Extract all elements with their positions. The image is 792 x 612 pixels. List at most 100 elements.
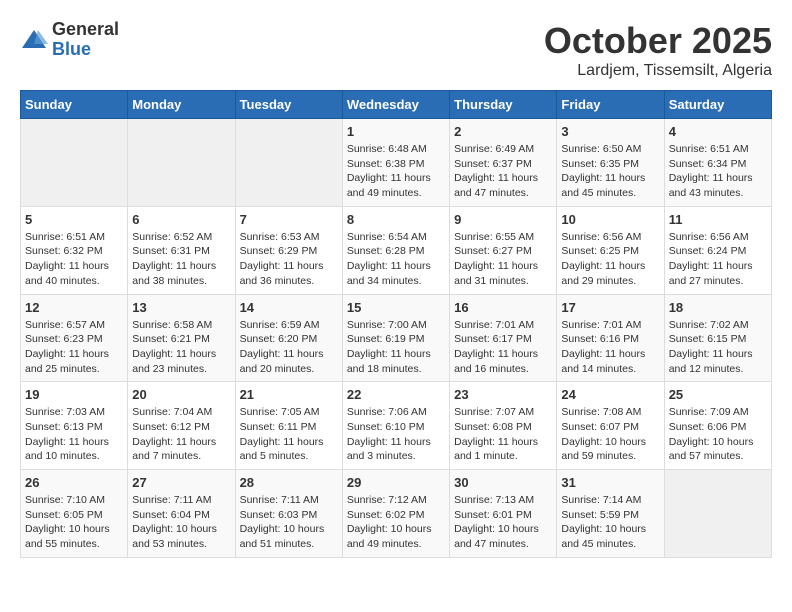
day-info: Sunrise: 7:10 AMSunset: 6:05 PMDaylight:… [25, 493, 123, 552]
location: Lardjem, Tissemsilt, Algeria [544, 62, 772, 80]
day-cell: 7 Sunrise: 6:53 AMSunset: 6:29 PMDaylight… [235, 206, 342, 294]
day-number: 20 [132, 387, 230, 402]
day-info: Sunrise: 7:01 AMSunset: 6:17 PMDaylight:… [454, 318, 552, 377]
header-tuesday: Tuesday [235, 91, 342, 119]
day-cell [664, 470, 771, 558]
calendar-table: SundayMondayTuesdayWednesdayThursdayFrid… [20, 90, 772, 558]
day-cell: 27Sunrise: 7:11 AMSunset: 6:04 PMDayligh… [128, 470, 235, 558]
header-monday: Monday [128, 91, 235, 119]
day-number: 16 [454, 300, 552, 315]
day-cell: 17 Sunrise: 7:01 AMSunset: 6:16 PMDayligh… [557, 294, 664, 382]
day-info: Sunrise: 7:08 AMSunset: 6:07 PMDaylight:… [561, 405, 659, 464]
day-cell: 9Sunrise: 6:55 AMSunset: 6:27 PMDaylight… [450, 206, 557, 294]
day-number: 27 [132, 475, 230, 490]
day-info: Sunrise: 7:05 AMSunset: 6:11 PMDaylight:… [240, 405, 338, 464]
day-cell: 8 Sunrise: 6:54 AMSunset: 6:28 PMDaylight… [342, 206, 449, 294]
day-info: Sunrise: 6:51 AMSunset: 6:32 PMDaylight:… [25, 230, 123, 289]
day-cell: 28 Sunrise: 7:11 AMSunset: 6:03 PMDayligh… [235, 470, 342, 558]
day-info: Sunrise: 7:13 AMSunset: 6:01 PMDaylight:… [454, 493, 552, 552]
day-cell: 2Sunrise: 6:49 AMSunset: 6:37 PMDaylight… [450, 119, 557, 207]
day-info: Sunrise: 7:11 AMSunset: 6:03 PMDaylight:… [240, 493, 338, 552]
day-number: 1 [347, 124, 445, 139]
logo: General Blue [20, 20, 119, 60]
day-number: 18 [669, 300, 767, 315]
header-thursday: Thursday [450, 91, 557, 119]
day-info: Sunrise: 7:14 AMSunset: 5:59 PMDaylight:… [561, 493, 659, 552]
day-number: 29 [347, 475, 445, 490]
day-cell: 15 Sunrise: 7:00 AMSunset: 6:19 PMDayligh… [342, 294, 449, 382]
month-title: October 2025 [544, 20, 772, 62]
day-info: Sunrise: 6:49 AMSunset: 6:37 PMDaylight:… [454, 142, 552, 201]
day-cell [235, 119, 342, 207]
day-cell: 31 Sunrise: 7:14 AMSunset: 5:59 PMDayligh… [557, 470, 664, 558]
day-info: Sunrise: 7:00 AMSunset: 6:19 PMDaylight:… [347, 318, 445, 377]
day-info: Sunrise: 6:56 AMSunset: 6:24 PMDaylight:… [669, 230, 767, 289]
day-number: 17 [561, 300, 659, 315]
logo-text: General Blue [52, 20, 119, 60]
day-number: 21 [240, 387, 338, 402]
calendar-header: SundayMondayTuesdayWednesdayThursdayFrid… [21, 91, 772, 119]
day-number: 24 [561, 387, 659, 402]
day-cell: 19 Sunrise: 7:03 AMSunset: 6:13 PMDayligh… [21, 382, 128, 470]
day-number: 22 [347, 387, 445, 402]
day-info: Sunrise: 7:09 AMSunset: 6:06 PMDaylight:… [669, 405, 767, 464]
logo-general: General [52, 20, 119, 40]
day-info: Sunrise: 6:52 AMSunset: 6:31 PMDaylight:… [132, 230, 230, 289]
day-info: Sunrise: 7:03 AMSunset: 6:13 PMDaylight:… [25, 405, 123, 464]
day-number: 30 [454, 475, 552, 490]
day-cell: 14 Sunrise: 6:59 AMSunset: 6:20 PMDayligh… [235, 294, 342, 382]
day-info: Sunrise: 6:50 AMSunset: 6:35 PMDaylight:… [561, 142, 659, 201]
day-cell: 26 Sunrise: 7:10 AMSunset: 6:05 PMDayligh… [21, 470, 128, 558]
day-number: 23 [454, 387, 552, 402]
day-number: 19 [25, 387, 123, 402]
day-info: Sunrise: 6:48 AMSunset: 6:38 PMDaylight:… [347, 142, 445, 201]
day-number: 26 [25, 475, 123, 490]
day-cell: 6 Sunrise: 6:52 AMSunset: 6:31 PMDaylight… [128, 206, 235, 294]
day-cell: 30 Sunrise: 7:13 AMSunset: 6:01 PMDayligh… [450, 470, 557, 558]
day-cell: 20Sunrise: 7:04 AMSunset: 6:12 PMDayligh… [128, 382, 235, 470]
week-row-3: 12 Sunrise: 6:57 AMSunset: 6:23 PMDayligh… [21, 294, 772, 382]
day-number: 6 [132, 212, 230, 227]
day-cell [21, 119, 128, 207]
week-row-1: 1 Sunrise: 6:48 AMSunset: 6:38 PMDaylight… [21, 119, 772, 207]
day-info: Sunrise: 6:58 AMSunset: 6:21 PMDaylight:… [132, 318, 230, 377]
day-number: 12 [25, 300, 123, 315]
day-cell: 12 Sunrise: 6:57 AMSunset: 6:23 PMDayligh… [21, 294, 128, 382]
day-number: 15 [347, 300, 445, 315]
day-info: Sunrise: 7:01 AMSunset: 6:16 PMDaylight:… [561, 318, 659, 377]
day-number: 8 [347, 212, 445, 227]
day-info: Sunrise: 7:06 AMSunset: 6:10 PMDaylight:… [347, 405, 445, 464]
day-cell: 23 Sunrise: 7:07 AMSunset: 6:08 PMDayligh… [450, 382, 557, 470]
day-info: Sunrise: 6:51 AMSunset: 6:34 PMDaylight:… [669, 142, 767, 201]
header-saturday: Saturday [664, 91, 771, 119]
day-number: 28 [240, 475, 338, 490]
day-info: Sunrise: 6:53 AMSunset: 6:29 PMDaylight:… [240, 230, 338, 289]
day-info: Sunrise: 7:12 AMSunset: 6:02 PMDaylight:… [347, 493, 445, 552]
day-number: 14 [240, 300, 338, 315]
day-info: Sunrise: 6:54 AMSunset: 6:28 PMDaylight:… [347, 230, 445, 289]
day-cell [128, 119, 235, 207]
title-area: October 2025 Lardjem, Tissemsilt, Algeri… [544, 20, 772, 80]
day-cell: 21 Sunrise: 7:05 AMSunset: 6:11 PMDayligh… [235, 382, 342, 470]
day-cell: 10Sunrise: 6:56 AMSunset: 6:25 PMDayligh… [557, 206, 664, 294]
header-row: SundayMondayTuesdayWednesdayThursdayFrid… [21, 91, 772, 119]
day-cell: 13Sunrise: 6:58 AMSunset: 6:21 PMDayligh… [128, 294, 235, 382]
day-number: 7 [240, 212, 338, 227]
day-info: Sunrise: 6:57 AMSunset: 6:23 PMDaylight:… [25, 318, 123, 377]
page-header: General Blue October 2025 Lardjem, Tisse… [20, 20, 772, 80]
day-number: 3 [561, 124, 659, 139]
logo-icon [20, 26, 48, 54]
day-info: Sunrise: 6:59 AMSunset: 6:20 PMDaylight:… [240, 318, 338, 377]
day-number: 31 [561, 475, 659, 490]
day-number: 11 [669, 212, 767, 227]
calendar-body: 1 Sunrise: 6:48 AMSunset: 6:38 PMDaylight… [21, 119, 772, 558]
day-cell: 5 Sunrise: 6:51 AMSunset: 6:32 PMDaylight… [21, 206, 128, 294]
day-cell: 25Sunrise: 7:09 AMSunset: 6:06 PMDayligh… [664, 382, 771, 470]
day-info: Sunrise: 7:07 AMSunset: 6:08 PMDaylight:… [454, 405, 552, 464]
day-number: 10 [561, 212, 659, 227]
day-number: 5 [25, 212, 123, 227]
header-sunday: Sunday [21, 91, 128, 119]
day-cell: 24 Sunrise: 7:08 AMSunset: 6:07 PMDayligh… [557, 382, 664, 470]
header-friday: Friday [557, 91, 664, 119]
logo-blue: Blue [52, 40, 119, 60]
